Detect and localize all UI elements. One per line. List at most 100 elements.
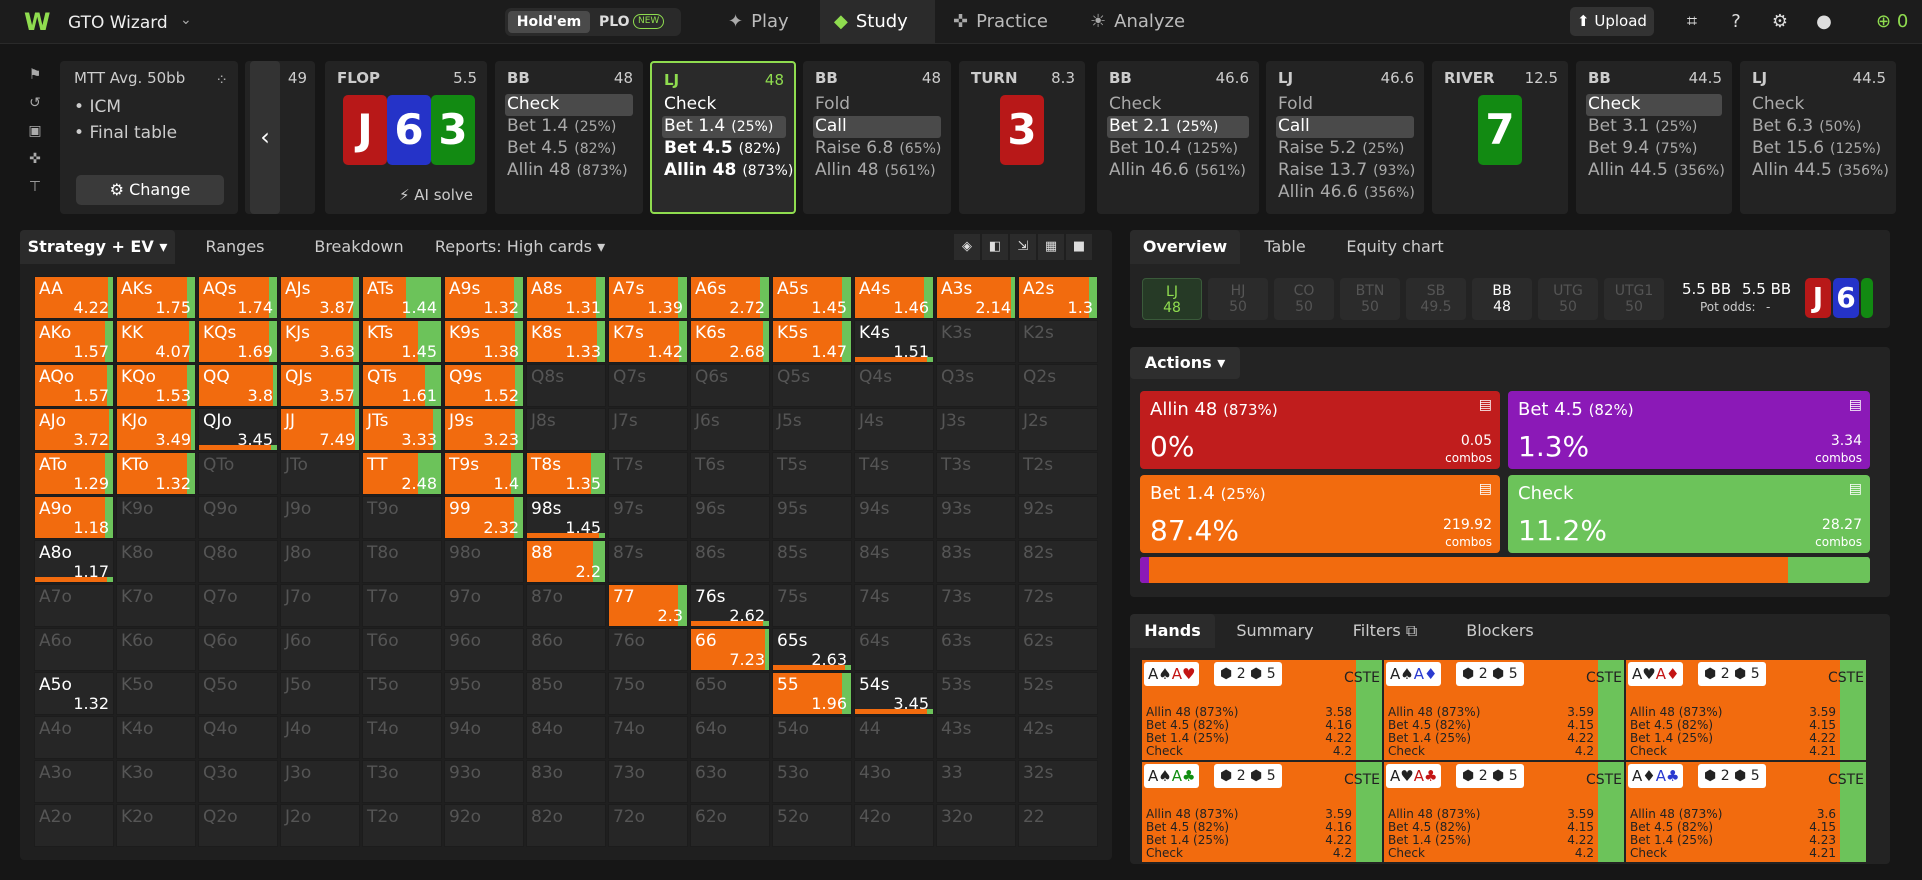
- tab-overview[interactable]: Overview: [1130, 230, 1240, 264]
- matrix-cell[interactable]: AKo 1.57: [34, 320, 114, 363]
- bb-column-2[interactable]: BB 48 Fold Call Raise 6.8 (65%) Allin 48(…: [803, 61, 951, 214]
- matrix-cell[interactable]: 77 2.3: [608, 584, 688, 627]
- matrix-cell[interactable]: AJo 3.72: [34, 408, 114, 451]
- matrix-cell[interactable]: 62o: [690, 804, 770, 847]
- change-button[interactable]: ⚙ Change: [76, 175, 224, 205]
- doc-icon[interactable]: ▤: [1479, 481, 1492, 497]
- plo-toggle[interactable]: PLO: [599, 11, 630, 33]
- matrix-cell[interactable]: 87s: [608, 540, 688, 583]
- matrix-cell[interactable]: J6o: [280, 628, 360, 671]
- hand-card[interactable]: A♦A♣ ⬢ 2 ⬢ 5 CSTE Allin 48 (873%) Bet 4.5 (8…: [1626, 762, 1866, 862]
- flop-column[interactable]: FLOP 5.5 J 6 3 ⚡ AI solve: [325, 61, 487, 214]
- matrix-cell[interactable]: 65o: [690, 672, 770, 715]
- matrix-cell[interactable]: J5o: [280, 672, 360, 715]
- matrix-cell[interactable]: 96o: [444, 628, 524, 671]
- matrix-cell[interactable]: Q6o: [198, 628, 278, 671]
- bb-column-1[interactable]: BB 48 Check Bet 1.4 (25%) Bet 4.5 (82%) Al…: [495, 61, 643, 214]
- matrix-cell[interactable]: 42s: [1018, 716, 1098, 759]
- brand-name[interactable]: GTO Wizard: [68, 13, 168, 33]
- matrix-cell[interactable]: KTo 1.32: [116, 452, 196, 495]
- matrix-cell[interactable]: T8s 1.35: [526, 452, 606, 495]
- matrix-cell[interactable]: 54o: [772, 716, 852, 759]
- matrix-cell[interactable]: 74s: [854, 584, 934, 627]
- matrix-cell[interactable]: T4s: [854, 452, 934, 495]
- matrix-cell[interactable]: 84o: [526, 716, 606, 759]
- matrix-cell[interactable]: 93s: [936, 496, 1016, 539]
- action-call[interactable]: Call: [813, 116, 941, 138]
- matrix-cell[interactable]: A7s 1.39: [608, 276, 688, 319]
- matrix-cell[interactable]: J4o: [280, 716, 360, 759]
- matrix-cell[interactable]: KJo 3.49: [116, 408, 196, 451]
- action-check[interactable]: Check: [1750, 94, 1804, 116]
- tab-table[interactable]: Table: [1245, 230, 1325, 264]
- history-icon[interactable]: ↺: [20, 89, 50, 117]
- matrix-cell[interactable]: 43o: [854, 760, 934, 803]
- matrix-cell[interactable]: A6o: [34, 628, 114, 671]
- settings-dots-icon[interactable]: ⁘: [215, 71, 228, 89]
- matrix-cell[interactable]: 96s: [690, 496, 770, 539]
- action-bet-4-5[interactable]: Bet 4.5 (82%): [662, 138, 781, 160]
- action-allin[interactable]: Allin 46.6 (356%): [1276, 182, 1415, 204]
- matrix-cell[interactable]: 82s: [1018, 540, 1098, 583]
- hand-card[interactable]: A♠A♣ ⬢ 2 ⬢ 5 CSTE Allin 48 (873%) Bet 4.5 (8…: [1142, 762, 1382, 862]
- matrix-cell[interactable]: K3o: [116, 760, 196, 803]
- matrix-cell[interactable]: K2o: [116, 804, 196, 847]
- matrix-cell[interactable]: Q6s: [690, 364, 770, 407]
- matrix-cell[interactable]: 52s: [1018, 672, 1098, 715]
- position-sb[interactable]: SB 49.5: [1406, 278, 1466, 320]
- matrix-cell[interactable]: A7o: [34, 584, 114, 627]
- tab-ranges[interactable]: Ranges: [185, 230, 285, 264]
- matrix-cell[interactable]: K9o: [116, 496, 196, 539]
- matrix-cell[interactable]: A4s 1.46: [854, 276, 934, 319]
- matrix-cell[interactable]: J2s: [1018, 408, 1098, 451]
- action-box[interactable]: Check 11.2% 28.27 combos ▤: [1508, 475, 1870, 553]
- matrix-cell[interactable]: QJs 3.57: [280, 364, 360, 407]
- matrix-cell[interactable]: K4o: [116, 716, 196, 759]
- matrix-cell[interactable]: T8o: [362, 540, 442, 583]
- bb-column-4[interactable]: BB 44.5 Check Bet 3.1 (25%) Bet 9.4 (75%) …: [1576, 61, 1732, 214]
- matrix-cell[interactable]: K8s 1.33: [526, 320, 606, 363]
- matrix-cell[interactable]: AQs 1.74: [198, 276, 278, 319]
- matrix-cell[interactable]: Q7o: [198, 584, 278, 627]
- matrix-cell[interactable]: AJs 3.87: [280, 276, 360, 319]
- matrix-cell[interactable]: T4o: [362, 716, 442, 759]
- hand-card[interactable]: A♠A♥ ⬢ 2 ⬢ 5 CSTE Allin 48 (873%) Bet 4.5 (8…: [1142, 660, 1382, 760]
- matrix-cell[interactable]: 95s: [772, 496, 852, 539]
- doc-icon[interactable]: ▤: [1849, 397, 1862, 413]
- turn-column[interactable]: TURN 8.3 3: [959, 61, 1085, 214]
- matrix-cell[interactable]: T2s: [1018, 452, 1098, 495]
- action-bet-15-6[interactable]: Bet 15.6 (125%): [1750, 138, 1881, 160]
- cube-icon[interactable]: ◈: [954, 234, 980, 260]
- screenshot-icon[interactable]: ⌗: [1680, 10, 1704, 34]
- matrix-cell[interactable]: J7s: [608, 408, 688, 451]
- matrix-cell[interactable]: 53o: [772, 760, 852, 803]
- matrix-cell[interactable]: 82o: [526, 804, 606, 847]
- position-lj[interactable]: LJ 48: [1142, 278, 1202, 320]
- matrix-cell[interactable]: KQs 1.69: [198, 320, 278, 363]
- action-allin[interactable]: Allin 46.6 (561%): [1107, 160, 1246, 182]
- matrix-cell[interactable]: T2o: [362, 804, 442, 847]
- matrix-cell[interactable]: A8s 1.31: [526, 276, 606, 319]
- action-check[interactable]: Check: [662, 94, 716, 116]
- ai-solve-button[interactable]: ⚡ AI solve: [399, 186, 473, 204]
- matrix-cell[interactable]: Q3o: [198, 760, 278, 803]
- matrix-cell[interactable]: KTs 1.45: [362, 320, 442, 363]
- tab-filters[interactable]: Filters ⧉: [1335, 614, 1435, 648]
- matrix-cell[interactable]: A2s 1.3: [1018, 276, 1098, 319]
- matrix-cell[interactable]: 86s: [690, 540, 770, 583]
- matrix-cell[interactable]: 92s: [1018, 496, 1098, 539]
- gamepad-icon[interactable]: ✜: [20, 145, 50, 173]
- matrix-cell[interactable]: J2o: [280, 804, 360, 847]
- matrix-cell[interactable]: 95o: [444, 672, 524, 715]
- position-co[interactable]: CO 50: [1274, 278, 1334, 320]
- matrix-cell[interactable]: 75o: [608, 672, 688, 715]
- matrix-cell[interactable]: Q9o: [198, 496, 278, 539]
- matrix-cell[interactable]: 86o: [526, 628, 606, 671]
- matrix-cell[interactable]: J7o: [280, 584, 360, 627]
- matrix-cell[interactable]: T3o: [362, 760, 442, 803]
- lj-column-3[interactable]: LJ 44.5 Check Bet 6.3 (50%) Bet 15.6 (125%…: [1740, 61, 1896, 214]
- hand-card[interactable]: A♥A♦ ⬢ 2 ⬢ 5 CSTE Allin 48 (873%) Bet 4.5 (8…: [1626, 660, 1866, 760]
- matrix-cell[interactable]: 94o: [444, 716, 524, 759]
- matrix-cell[interactable]: QTs 1.61: [362, 364, 442, 407]
- matrix-cell[interactable]: 32o: [936, 804, 1016, 847]
